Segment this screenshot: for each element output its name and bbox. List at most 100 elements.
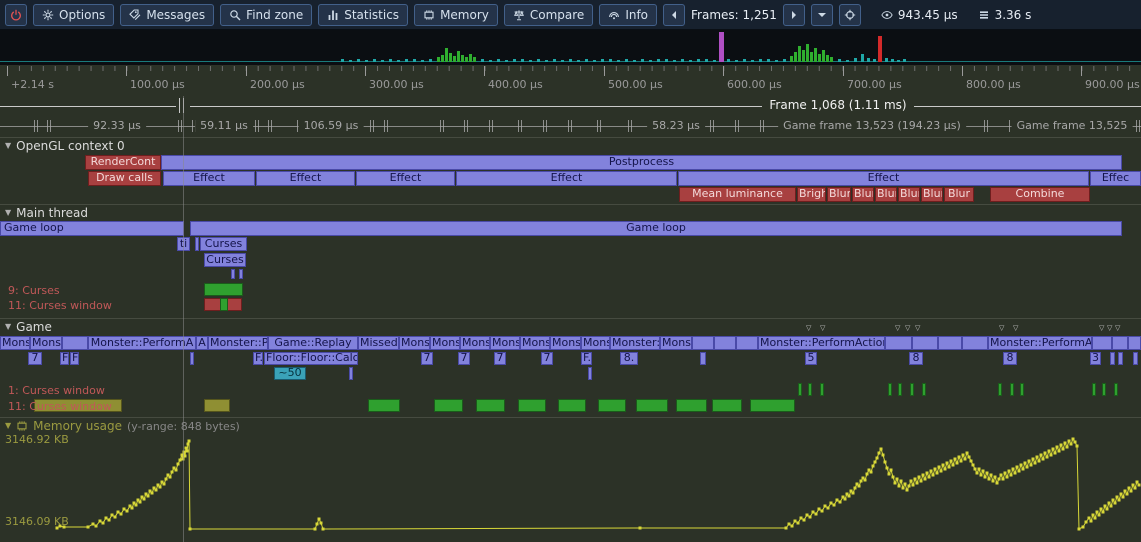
zone[interactable] bbox=[885, 336, 912, 350]
zone[interactable] bbox=[558, 399, 586, 412]
zone[interactable]: Monste bbox=[30, 336, 62, 350]
zone[interactable] bbox=[700, 352, 706, 365]
zone[interactable]: Blur bbox=[827, 187, 851, 202]
zone[interactable] bbox=[714, 336, 736, 350]
message-marker-icon[interactable]: ▽ bbox=[1099, 324, 1104, 332]
zone[interactable] bbox=[1110, 352, 1115, 365]
zone[interactable]: Monste bbox=[0, 336, 30, 350]
zone[interactable] bbox=[190, 352, 194, 365]
zone[interactable]: 7 bbox=[28, 352, 42, 365]
zone[interactable] bbox=[476, 399, 505, 412]
message-marker-icon[interactable]: ▽ bbox=[1107, 324, 1112, 332]
zone[interactable]: Draw calls bbox=[88, 171, 161, 186]
zone[interactable] bbox=[1092, 336, 1112, 350]
zone[interactable] bbox=[962, 336, 988, 350]
zone[interactable] bbox=[231, 269, 235, 279]
zone[interactable] bbox=[898, 383, 902, 396]
zone[interactable]: Monster::PerformActi bbox=[988, 336, 1092, 350]
section-header-main-thread[interactable]: ▼Main thread bbox=[5, 206, 88, 220]
zone[interactable]: 8 bbox=[909, 352, 923, 365]
zone[interactable]: Mean luminance bbox=[679, 187, 796, 202]
message-marker-icon[interactable]: ▽ bbox=[806, 324, 811, 332]
zone[interactable]: 5 bbox=[805, 352, 817, 365]
zone[interactable] bbox=[808, 383, 812, 396]
message-marker-icon[interactable]: ▽ bbox=[999, 324, 1004, 332]
zone[interactable] bbox=[692, 336, 714, 350]
zone[interactable]: Blur bbox=[898, 187, 920, 202]
zone[interactable]: Monst bbox=[520, 336, 550, 350]
zone[interactable]: Game::Replay bbox=[268, 336, 358, 350]
zone[interactable] bbox=[1128, 336, 1141, 350]
zone[interactable] bbox=[1010, 383, 1014, 396]
zone[interactable] bbox=[588, 367, 592, 380]
zone[interactable]: RenderCont bbox=[85, 155, 161, 170]
zone[interactable] bbox=[910, 383, 914, 396]
zone[interactable] bbox=[368, 399, 400, 412]
zone[interactable] bbox=[1112, 336, 1128, 350]
zone[interactable]: 7 bbox=[458, 352, 470, 365]
zone[interactable] bbox=[676, 399, 707, 412]
collapse-triangle-icon[interactable]: ▼ bbox=[5, 321, 11, 333]
zone[interactable] bbox=[912, 336, 938, 350]
zone[interactable]: Monster::PerformAction bbox=[758, 336, 885, 350]
message-marker-icon[interactable]: ▽ bbox=[820, 324, 825, 332]
zone[interactable]: Monst bbox=[399, 336, 430, 350]
zone[interactable] bbox=[938, 336, 962, 350]
collapse-triangle-icon[interactable]: ▼ bbox=[5, 420, 11, 432]
zone[interactable]: F bbox=[70, 352, 79, 365]
zone[interactable]: Mons bbox=[660, 336, 692, 350]
zone[interactable]: Blur bbox=[944, 187, 974, 202]
zone[interactable]: Mons bbox=[581, 336, 610, 350]
zone[interactable]: Monst bbox=[460, 336, 490, 350]
zone[interactable]: Blur bbox=[875, 187, 897, 202]
message-marker-icon[interactable]: ▽ bbox=[1115, 324, 1120, 332]
zone[interactable]: Monster::Pe bbox=[610, 336, 660, 350]
zone[interactable]: Effect bbox=[356, 171, 455, 186]
zone[interactable]: A bbox=[196, 336, 208, 350]
zone[interactable]: F. bbox=[253, 352, 263, 365]
zone[interactable]: Curses bbox=[200, 237, 247, 251]
zone[interactable]: Missed bbox=[358, 336, 399, 350]
zone[interactable] bbox=[195, 237, 199, 251]
message-marker-icon[interactable]: ▽ bbox=[1013, 324, 1018, 332]
zone[interactable]: Postprocess bbox=[161, 155, 1122, 170]
zone[interactable] bbox=[1114, 383, 1118, 396]
zone[interactable] bbox=[798, 383, 802, 396]
zone[interactable] bbox=[1102, 383, 1106, 396]
zone[interactable]: Brigh bbox=[797, 187, 826, 202]
zone[interactable]: 8 bbox=[1003, 352, 1017, 365]
zone[interactable]: Monster::Pe bbox=[208, 336, 268, 350]
message-marker-icon[interactable]: ▽ bbox=[895, 324, 900, 332]
zone[interactable]: Blur bbox=[921, 187, 943, 202]
zone[interactable]: 7 bbox=[541, 352, 553, 365]
zone[interactable] bbox=[518, 399, 546, 412]
zone[interactable] bbox=[239, 269, 243, 279]
section-header-game[interactable]: ▼Game bbox=[5, 320, 52, 334]
zone[interactable] bbox=[598, 399, 626, 412]
zone[interactable] bbox=[888, 383, 892, 396]
zone[interactable] bbox=[922, 383, 926, 396]
collapse-triangle-icon[interactable]: ▼ bbox=[5, 140, 11, 152]
zone[interactable]: Effect bbox=[256, 171, 355, 186]
zone[interactable]: Game loop bbox=[190, 221, 1122, 236]
zone[interactable]: Monst bbox=[490, 336, 520, 350]
zone[interactable]: Monster::PerformA bbox=[88, 336, 196, 350]
zone[interactable]: Effec bbox=[1090, 171, 1141, 186]
zone[interactable]: Monst bbox=[430, 336, 460, 350]
memory-usage-graph[interactable] bbox=[0, 0, 1141, 542]
zone[interactable]: 8. bbox=[620, 352, 638, 365]
zone[interactable] bbox=[1020, 383, 1024, 396]
zone[interactable]: Effect bbox=[456, 171, 677, 186]
zone[interactable] bbox=[220, 298, 228, 311]
zone[interactable]: ~50 bbox=[274, 367, 306, 380]
zone[interactable] bbox=[62, 336, 88, 350]
message-marker-icon[interactable]: ▽ bbox=[905, 324, 910, 332]
zone[interactable] bbox=[820, 383, 824, 396]
zone[interactable] bbox=[1133, 352, 1138, 365]
zone[interactable] bbox=[349, 367, 353, 380]
zone[interactable]: F. bbox=[581, 352, 592, 365]
zone[interactable]: Monste bbox=[550, 336, 581, 350]
zone[interactable] bbox=[750, 399, 795, 412]
zone[interactable]: F bbox=[60, 352, 69, 365]
message-marker-icon[interactable]: ▽ bbox=[915, 324, 920, 332]
